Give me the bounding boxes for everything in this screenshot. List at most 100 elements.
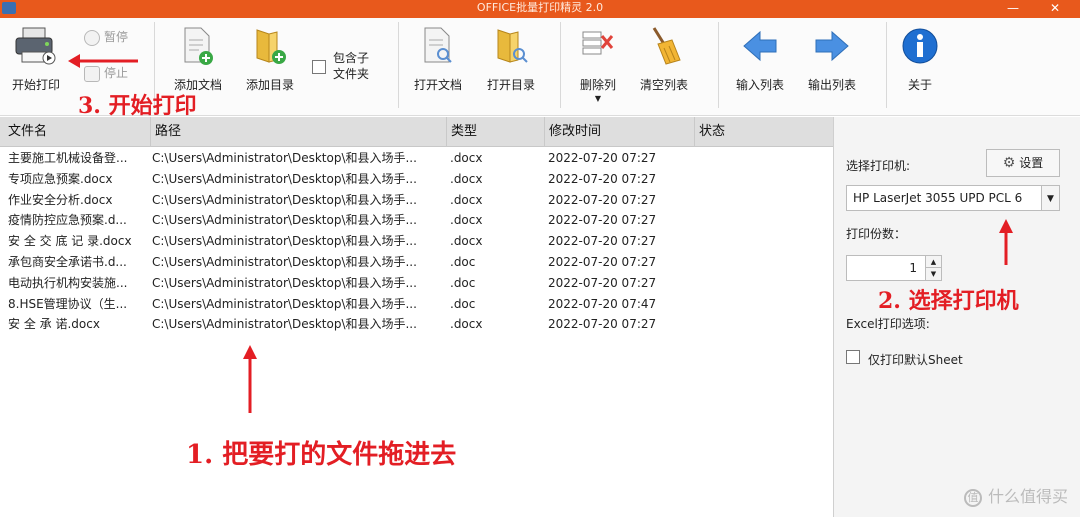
cell-filename: 8.HSE管理协议（生... (8, 296, 128, 311)
add-folder-button[interactable]: 添加目录 (238, 24, 302, 96)
column-header-status[interactable]: 状态 (694, 117, 833, 147)
table-row[interactable]: 安 全 承 诺.docx C:\Users\Administrator\Deskt… (0, 314, 833, 335)
copies-stepper[interactable]: 1 ▲ ▼ (846, 255, 942, 281)
copies-value: 1 (909, 261, 917, 275)
import-list-button[interactable]: 输入列表 (728, 24, 792, 96)
arrow-left-icon (743, 30, 777, 62)
table-row[interactable]: 疫情防控应急预案.d... C:\Users\Administrator\Desk… (0, 210, 833, 231)
cell-type: .docx (450, 213, 483, 228)
settings-button[interactable]: ⚙ 设置 (986, 149, 1060, 177)
default-sheet-checkbox[interactable] (846, 350, 860, 364)
cell-modified: 2022-07-20 07:27 (548, 151, 657, 165)
start-print-button[interactable]: 开始打印 (4, 24, 68, 96)
pause-button[interactable]: 暂停 (84, 28, 128, 46)
cell-path: C:\Users\Administrator\Desktop\和县入场手... (152, 213, 417, 228)
pause-label: 暂停 (104, 30, 129, 44)
open-document-icon (424, 27, 452, 63)
add-file-button[interactable]: 添加文档 (166, 24, 230, 96)
cell-type: .docx (450, 171, 483, 186)
default-sheet-label: 仅打印默认Sheet (868, 353, 963, 367)
close-button[interactable]: ✕ (1040, 0, 1070, 18)
chevron-down-icon[interactable]: ▼ (1041, 186, 1059, 210)
cell-filename: 专项应急预案.docx (8, 171, 113, 186)
cell-filename: 电动执行机构安装施... (8, 275, 128, 290)
excel-options-label: Excel打印选项: (846, 317, 930, 331)
delete-row-icon (582, 31, 614, 55)
start-print-label: 开始打印 (11, 78, 60, 92)
cell-filename: 承包商安全承诺书.d... (8, 255, 127, 269)
watermark-logo-icon: 值 (963, 488, 982, 507)
watermark-text: 什么值得买 (987, 487, 1068, 506)
pause-icon (84, 29, 100, 46)
cell-type: .doc (450, 255, 476, 269)
window-title: OFFICE批量打印精灵 2.0 (476, 1, 604, 14)
table-row[interactable]: 主要施工机械设备登... C:\Users\Administrator\Deskt… (0, 148, 833, 169)
broom-icon (652, 27, 681, 65)
export-list-label: 输出列表 (807, 78, 856, 92)
settings-button-label: 设置 (1019, 156, 1044, 170)
arrow-annotation-start (68, 54, 138, 68)
cell-modified: 2022-07-20 07:27 (548, 213, 657, 228)
list-header: 文件名 路径 类型 修改时间 状态 (0, 117, 833, 147)
settings-panel: 选择打印机: ⚙ 设置 HP LaserJet 3055 UPD PCL 6 ▼… (833, 117, 1080, 517)
cell-type: .docx (450, 234, 483, 249)
include-subfolders-label: 包含子 文件夹 (333, 50, 369, 82)
add-document-icon (184, 27, 213, 65)
cell-path: C:\Users\Administrator\Desktop\和县入场手... (152, 275, 417, 290)
cell-path: C:\Users\Administrator\Desktop\和县入场手... (152, 192, 417, 207)
open-directory-label: 打开目录 (486, 78, 535, 92)
delete-column-button[interactable]: 删除列 ▼ (566, 24, 630, 110)
column-header-type[interactable]: 类型 (446, 117, 544, 147)
stepper-down-icon[interactable]: ▼ (925, 268, 941, 280)
delete-column-label: 删除列 (579, 78, 616, 92)
stepper-up-icon[interactable]: ▲ (925, 256, 941, 268)
column-header-filename[interactable]: 文件名 (0, 117, 150, 147)
arrow-right-icon (815, 30, 849, 62)
table-row[interactable]: 电动执行机构安装施... C:\Users\Administrator\Deskt… (0, 273, 833, 294)
cell-type: .doc (450, 296, 476, 311)
table-row[interactable]: 安 全 交 底 记 录.docx C:\Users\Administrator\D… (0, 231, 833, 252)
cell-type: .doc (450, 275, 476, 290)
cell-path: C:\Users\Administrator\Desktop\和县入场手... (152, 171, 417, 186)
cell-modified: 2022-07-20 07:47 (548, 296, 657, 311)
toolbar-separator (886, 22, 887, 108)
printer-select-value: HP LaserJet 3055 UPD PCL 6 (853, 191, 1023, 205)
arrow-annotation-drag (243, 345, 257, 413)
export-list-button[interactable]: 输出列表 (800, 24, 864, 96)
table-row[interactable]: 作业安全分析.docx C:\Users\Administrator\Deskto… (0, 190, 833, 211)
add-folder-icon (256, 29, 286, 64)
cell-filename: 作业安全分析.docx (8, 192, 113, 207)
cell-modified: 2022-07-20 07:27 (548, 192, 657, 207)
clear-list-button[interactable]: 清空列表 (632, 24, 696, 96)
include-subfolders-line2: 文件夹 (333, 67, 370, 81)
open-directory-button[interactable]: 打开目录 (479, 24, 543, 96)
toolbar-separator (718, 22, 719, 108)
cell-modified: 2022-07-20 07:27 (548, 275, 657, 290)
cell-modified: 2022-07-20 07:27 (548, 234, 657, 249)
cell-filename: 疫情防控应急预案.d... (8, 213, 127, 228)
annotation-step2: 2. 选择打印机 (878, 288, 1019, 314)
dropdown-arrow-icon: ▼ (594, 94, 602, 103)
annotation-step1: 1. 把要打的文件拖进去 (186, 440, 457, 470)
cell-type: .docx (450, 317, 483, 332)
printer-icon (15, 27, 56, 65)
table-row[interactable]: 专项应急预案.docx C:\Users\Administrator\Deskto… (0, 169, 833, 190)
open-document-button[interactable]: 打开文档 (406, 24, 470, 96)
column-header-path[interactable]: 路径 (150, 117, 446, 147)
table-row[interactable]: 承包商安全承诺书.d... C:\Users\Administrator\Desk… (0, 252, 833, 273)
include-subfolders-line1: 包含子 (333, 51, 370, 65)
about-button[interactable]: 关于 (888, 24, 952, 96)
open-document-label: 打开文档 (413, 78, 462, 92)
toolbar-separator (560, 22, 561, 108)
toolbar-separator (398, 22, 399, 108)
include-subfolders-checkbox[interactable] (312, 60, 326, 74)
column-header-modified[interactable]: 修改时间 (544, 117, 694, 147)
clear-list-label: 清空列表 (639, 78, 688, 92)
cell-path: C:\Users\Administrator\Desktop\和县入场手... (152, 255, 417, 269)
import-list-label: 输入列表 (735, 78, 784, 92)
minimize-button[interactable]: — (998, 0, 1028, 18)
cell-path: C:\Users\Administrator\Desktop\和县入场手... (152, 234, 417, 249)
table-row[interactable]: 8.HSE管理协议（生... C:\Users\Administrator\Des… (0, 294, 833, 315)
about-label: 关于 (907, 78, 932, 92)
printer-select[interactable]: HP LaserJet 3055 UPD PCL 6 ▼ (846, 185, 1060, 211)
